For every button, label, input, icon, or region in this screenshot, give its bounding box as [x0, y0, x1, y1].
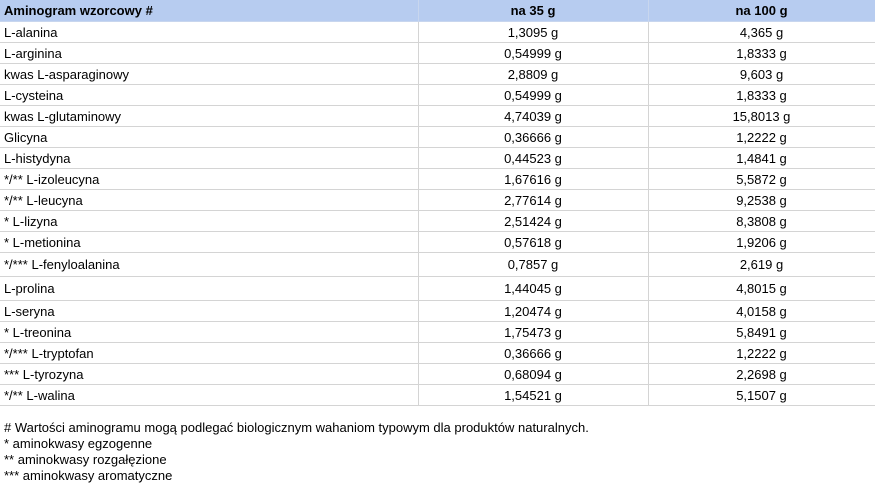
cell-amino-acid: L-arginina [0, 42, 419, 64]
footnote-variation: # Wartości aminogramu mogą podlegać biol… [4, 420, 589, 435]
cell-amino-acid: L-histydyna [0, 147, 419, 169]
cell-amino-acid: */** L-walina [0, 384, 419, 406]
cell-per-35g: 1,75473 g [418, 321, 649, 343]
cell-per-100g: 1,2222 g [648, 126, 875, 148]
cell-per-100g: 1,8333 g [648, 42, 875, 64]
table-row: */*** L-fenyloalanina 0,7857 g 2,619 g [0, 252, 875, 277]
table-row: * L-lizyna 2,51424 g 8,3808 g [0, 210, 875, 232]
cell-per-100g: 8,3808 g [648, 210, 875, 232]
cell-amino-acid: */** L-izoleucyna [0, 168, 419, 190]
cell-per-35g: 1,44045 g [418, 276, 649, 301]
cell-amino-acid: L-cysteina [0, 84, 419, 106]
table-row: L-alanina 1,3095 g 4,365 g [0, 21, 875, 43]
cell-per-35g: 1,54521 g [418, 384, 649, 406]
table-row: * L-metionina 0,57618 g 1,9206 g [0, 231, 875, 253]
cell-per-35g: 0,54999 g [418, 84, 649, 106]
table-row: L-arginina 0,54999 g 1,8333 g [0, 42, 875, 64]
cell-per-35g: 0,7857 g [418, 252, 649, 277]
footnote-branched: ** aminokwasy rozgałęzione [4, 452, 167, 467]
cell-per-100g: 5,5872 g [648, 168, 875, 190]
table-row: */*** L-tryptofan 0,36666 g 1,2222 g [0, 342, 875, 364]
cell-per-100g: 4,365 g [648, 21, 875, 43]
cell-per-100g: 2,619 g [648, 252, 875, 277]
cell-per-35g: 0,54999 g [418, 42, 649, 64]
cell-per-100g: 5,1507 g [648, 384, 875, 406]
footnote-aromatic: *** aminokwasy aromatyczne [4, 468, 173, 483]
table-row: *** L-tyrozyna 0,68094 g 2,2698 g [0, 363, 875, 385]
cell-amino-acid: * L-treonina [0, 321, 419, 343]
table-body: L-alanina 1,3095 g 4,365 g L-arginina 0,5499… [0, 21, 875, 406]
cell-per-35g: 0,36666 g [418, 342, 649, 364]
cell-per-100g: 9,2538 g [648, 189, 875, 211]
cell-per-35g: 1,20474 g [418, 300, 649, 322]
cell-per-100g: 4,0158 g [648, 300, 875, 322]
cell-amino-acid: L-alanina [0, 21, 419, 43]
cell-amino-acid: L-seryna [0, 300, 419, 322]
cell-per-100g: 1,4841 g [648, 147, 875, 169]
table-row: Glicyna 0,36666 g 1,2222 g [0, 126, 875, 148]
cell-amino-acid: */*** L-tryptofan [0, 342, 419, 364]
table-row: kwas L-glutaminowy 4,74039 g 15,8013 g [0, 105, 875, 127]
cell-per-35g: 4,74039 g [418, 105, 649, 127]
header-per-100g: na 100 g [648, 0, 875, 22]
header-per-35g: na 35 g [418, 0, 649, 22]
table-row: L-seryna 1,20474 g 4,0158 g [0, 300, 875, 322]
table-row: L-histydyna 0,44523 g 1,4841 g [0, 147, 875, 169]
table-row: */** L-leucyna 2,77614 g 9,2538 g [0, 189, 875, 211]
cell-per-35g: 2,51424 g [418, 210, 649, 232]
table-row: */** L-izoleucyna 1,67616 g 5,5872 g [0, 168, 875, 190]
cell-per-35g: 1,3095 g [418, 21, 649, 43]
cell-amino-acid: * L-lizyna [0, 210, 419, 232]
cell-per-35g: 1,67616 g [418, 168, 649, 190]
cell-amino-acid: kwas L-asparaginowy [0, 63, 419, 85]
table-row: L-cysteina 0,54999 g 1,8333 g [0, 84, 875, 106]
cell-amino-acid: */*** L-fenyloalanina [0, 252, 419, 277]
table-row: */** L-walina 1,54521 g 5,1507 g [0, 384, 875, 406]
header-aminogram: Aminogram wzorcowy # [0, 0, 419, 22]
cell-per-35g: 2,77614 g [418, 189, 649, 211]
cell-per-100g: 1,9206 g [648, 231, 875, 253]
cell-per-100g: 9,603 g [648, 63, 875, 85]
footnote-exogenous: * aminokwasy egzogenne [4, 436, 153, 451]
table-header-row: Aminogram wzorcowy # na 35 g na 100 g [0, 0, 875, 22]
cell-per-35g: 0,57618 g [418, 231, 649, 253]
cell-amino-acid: Glicyna [0, 126, 419, 148]
cell-amino-acid: * L-metionina [0, 231, 419, 253]
cell-amino-acid: L-prolina [0, 276, 419, 301]
cell-per-35g: 0,68094 g [418, 363, 649, 385]
cell-per-100g: 1,2222 g [648, 342, 875, 364]
cell-per-35g: 0,44523 g [418, 147, 649, 169]
cell-amino-acid: kwas L-glutaminowy [0, 105, 419, 127]
cell-per-100g: 5,8491 g [648, 321, 875, 343]
table-row: L-prolina 1,44045 g 4,8015 g [0, 276, 875, 301]
cell-per-35g: 2,8809 g [418, 63, 649, 85]
cell-per-100g: 4,8015 g [648, 276, 875, 301]
cell-amino-acid: */** L-leucyna [0, 189, 419, 211]
cell-per-100g: 15,8013 g [648, 105, 875, 127]
table-row: * L-treonina 1,75473 g 5,8491 g [0, 321, 875, 343]
table-row: kwas L-asparaginowy 2,8809 g 9,603 g [0, 63, 875, 85]
footnotes: # Wartości aminogramu mogą podlegać biol… [4, 420, 589, 484]
aminogram-table: Aminogram wzorcowy # na 35 g na 100 g L-… [0, 0, 875, 406]
cell-per-100g: 2,2698 g [648, 363, 875, 385]
cell-per-100g: 1,8333 g [648, 84, 875, 106]
cell-per-35g: 0,36666 g [418, 126, 649, 148]
cell-amino-acid: *** L-tyrozyna [0, 363, 419, 385]
